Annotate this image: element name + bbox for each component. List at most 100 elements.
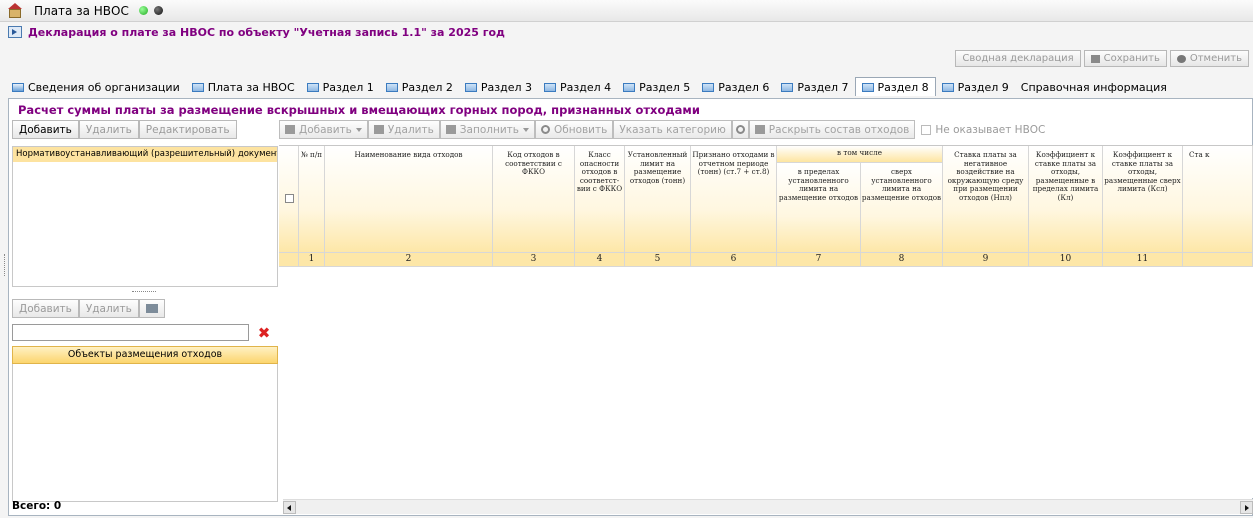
column-header-coef-kl[interactable]: Коэффициент к ставке платы за отходы, ра… bbox=[1029, 146, 1103, 253]
refresh-icon-button[interactable] bbox=[731, 120, 749, 139]
tab-reference-info[interactable]: Справочная информация bbox=[1015, 79, 1173, 96]
column-number-cell: 7 bbox=[777, 253, 861, 267]
save-button[interactable]: Сохранить bbox=[1083, 50, 1167, 67]
grid-refresh-button[interactable]: Обновить bbox=[534, 120, 614, 139]
object-settings-button[interactable] bbox=[138, 299, 165, 318]
summary-declaration-button[interactable]: Сводная декларация bbox=[955, 50, 1081, 67]
no-impact-option[interactable]: Не оказывает НВОС bbox=[921, 124, 1045, 136]
scroll-right-icon[interactable] bbox=[1240, 501, 1253, 514]
tab-section-4[interactable]: Раздел 4 bbox=[538, 79, 617, 96]
column-number-cell: 10 bbox=[1029, 253, 1103, 267]
declaration-title: Декларация о плате за НВОС по объекту "У… bbox=[28, 25, 505, 39]
clear-search-icon[interactable]: ✖ bbox=[256, 325, 272, 341]
object-settings-icon bbox=[145, 304, 158, 313]
tab-section-9[interactable]: Раздел 9 bbox=[936, 79, 1015, 96]
delete-document-button[interactable]: Удалить bbox=[78, 120, 139, 139]
delete-row-icon bbox=[373, 125, 384, 134]
column-number-cell: 9 bbox=[943, 253, 1029, 267]
title-bar: Плата за НВОС bbox=[0, 0, 1253, 22]
chevron-down-icon bbox=[522, 127, 529, 132]
scroll-left-icon[interactable] bbox=[283, 501, 296, 514]
column-header-more[interactable]: Ста к bbox=[1183, 146, 1253, 253]
section-title: Расчет суммы платы за размещение вскрышн… bbox=[18, 103, 700, 117]
app-title: Плата за НВОС bbox=[34, 3, 129, 18]
column-number-cell: 3 bbox=[493, 253, 575, 267]
tab-section-5[interactable]: Раздел 5 bbox=[617, 79, 696, 96]
collapse-declaration-icon[interactable] bbox=[8, 26, 22, 38]
column-number-cell: 5 bbox=[625, 253, 691, 267]
expand-waste-composition-button[interactable]: Раскрыть состав отходов bbox=[748, 120, 916, 139]
column-header-limit[interactable]: Установленный лимит на размещение отходо… bbox=[625, 146, 691, 253]
column-header-num[interactable]: № п/п bbox=[299, 146, 325, 253]
objects-list bbox=[12, 364, 278, 502]
select-all-checkbox[interactable] bbox=[285, 194, 294, 203]
tab-section-1[interactable]: Раздел 1 bbox=[301, 79, 380, 96]
add-object-button[interactable]: Добавить bbox=[12, 299, 79, 318]
objects-toolbar: Добавить Удалить bbox=[12, 299, 165, 318]
column-number-cell: 11 bbox=[1103, 253, 1183, 267]
documents-list: Нормативоустанавливающий (разрешительный… bbox=[12, 146, 278, 287]
tab-section-6[interactable]: Раздел 6 bbox=[696, 79, 775, 96]
cancel-icon bbox=[1176, 54, 1186, 63]
delete-object-button[interactable]: Удалить bbox=[78, 299, 139, 318]
column-header-class[interactable]: Класс опасности отходов в соответст-вии … bbox=[575, 146, 625, 253]
column-header-over-limit[interactable]: сверх установленного лимита на размещени… bbox=[861, 163, 943, 253]
edit-document-button[interactable]: Редактировать bbox=[138, 120, 237, 139]
total-count: Всего: 0 bbox=[12, 500, 62, 512]
grid-fill-button[interactable]: Заполнить bbox=[439, 120, 535, 139]
column-header-rate[interactable]: Ставка платы за негативное воздействие н… bbox=[943, 146, 1029, 253]
column-number-cell: 6 bbox=[691, 253, 777, 267]
column-header-coef-ksl[interactable]: Коэффициент к ставке платы за отходы, ра… bbox=[1103, 146, 1183, 253]
column-number-cell: 8 bbox=[861, 253, 943, 267]
refresh-icon bbox=[540, 125, 550, 134]
column-header-code[interactable]: Код отходов в соответствии с ФККО bbox=[493, 146, 575, 253]
grid-add-button[interactable]: Добавить bbox=[279, 120, 368, 139]
add-document-button[interactable]: Добавить bbox=[12, 120, 79, 139]
save-icon bbox=[1090, 54, 1100, 63]
column-group-including: в том числе bbox=[777, 146, 943, 163]
app-window: Плата за НВОС Декларация о плате за НВОС… bbox=[0, 0, 1253, 518]
tab-section-3[interactable]: Раздел 3 bbox=[459, 79, 538, 96]
column-number-cell bbox=[279, 253, 299, 267]
list-item[interactable]: Нормативоустанавливающий (разрешительный… bbox=[13, 147, 277, 162]
column-header-recognized[interactable]: Признано отходами в отчетном периоде (то… bbox=[691, 146, 777, 253]
set-category-button[interactable]: Указать категорию bbox=[613, 120, 732, 139]
objects-list-header: Объекты размещения отходов bbox=[12, 346, 278, 364]
column-number-cell bbox=[1183, 253, 1253, 267]
table-tab-icon bbox=[544, 83, 557, 92]
column-number-cell: 2 bbox=[325, 253, 493, 267]
expand-composition-icon bbox=[754, 125, 765, 134]
tab-section-7[interactable]: Раздел 7 bbox=[775, 79, 854, 96]
column-header-name[interactable]: Наименование вида отходов bbox=[325, 146, 493, 253]
column-number-cell: 4 bbox=[575, 253, 625, 267]
no-impact-label: Не оказывает НВОС bbox=[935, 123, 1046, 136]
globe-icon bbox=[153, 6, 163, 15]
cancel-button[interactable]: Отменить bbox=[1169, 50, 1249, 67]
organization-tab-icon bbox=[12, 83, 24, 92]
app-house-icon bbox=[6, 2, 24, 19]
declaration-actions: Сводная декларация Сохранить Отменить bbox=[955, 50, 1249, 67]
add-row-icon bbox=[285, 125, 295, 134]
tab-section-2[interactable]: Раздел 2 bbox=[380, 79, 459, 96]
grid-delete-button[interactable]: Удалить bbox=[367, 120, 440, 139]
left-edge-grip[interactable] bbox=[4, 254, 5, 276]
no-impact-checkbox[interactable] bbox=[921, 124, 932, 135]
left-horizontal-splitter[interactable] bbox=[12, 289, 278, 294]
tab-payment[interactable]: Плата за НВОС bbox=[186, 79, 301, 96]
fill-icon bbox=[445, 125, 456, 134]
column-header-within-limit[interactable]: в пределах установленного лимита на разм… bbox=[777, 163, 861, 253]
grid-toolbar: Добавить Удалить Заполнить Обновить Указ… bbox=[279, 120, 1045, 139]
table-tab-icon bbox=[464, 83, 477, 92]
connection-status-icon bbox=[138, 6, 148, 15]
table-tab-icon bbox=[191, 83, 204, 92]
table-tab-icon bbox=[941, 83, 954, 92]
tab-organization[interactable]: Сведения об организации bbox=[6, 79, 186, 96]
objects-search-input[interactable] bbox=[12, 324, 249, 341]
table-tab-icon bbox=[702, 83, 715, 92]
section-tabs: Сведения об организации Плата за НВОС Ра… bbox=[6, 77, 1173, 96]
chevron-down-icon bbox=[355, 127, 362, 132]
waste-grid: № п/п Наименование вида отходов Код отхо… bbox=[279, 145, 1253, 498]
tab-section-8[interactable]: Раздел 8 bbox=[854, 77, 936, 96]
grid-horizontal-scrollbar[interactable] bbox=[283, 499, 1253, 514]
table-tab-icon bbox=[861, 82, 874, 92]
